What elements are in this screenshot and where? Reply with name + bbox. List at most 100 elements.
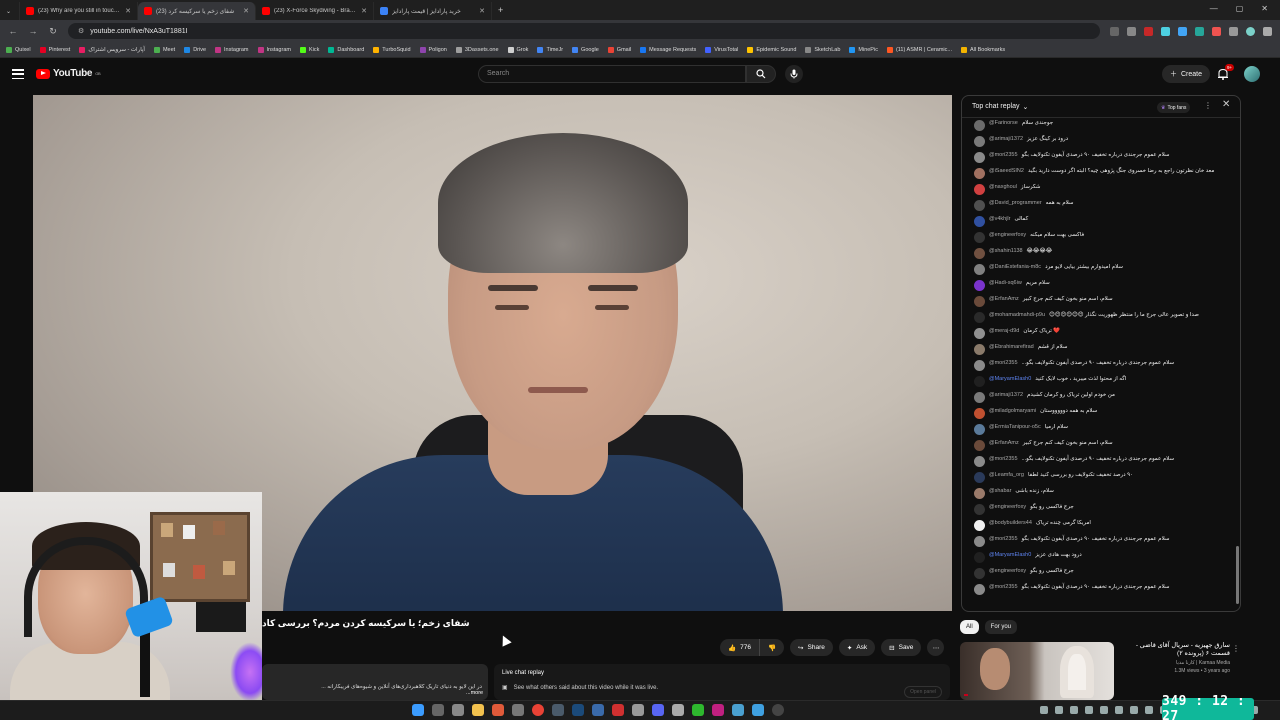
chat-username[interactable]: @Ebrahimarefirad	[989, 344, 1034, 351]
chat-message[interactable]: @mori2355 سلام عموم جرجندی درباره تخفیف ۹…	[962, 456, 1232, 472]
chat-avatar[interactable]	[974, 152, 985, 163]
chat-username[interactable]: @David_programmer	[989, 200, 1042, 207]
chat-avatar[interactable]	[974, 376, 985, 387]
chat-username[interactable]: @Hadi-sq6iw	[989, 280, 1022, 287]
close-tab-icon[interactable]: ✕	[125, 7, 131, 15]
chat-message[interactable]: @bodybuilders44 امریکا گرمی چنده تریاک	[962, 520, 1232, 536]
bookmark-item[interactable]: Gmail	[607, 46, 631, 53]
ask-button[interactable]: ✦ Ask	[838, 639, 876, 656]
chat-avatar[interactable]	[974, 472, 985, 483]
chat-username[interactable]: @engineerfoxy	[989, 504, 1026, 511]
tray-icon[interactable]	[1100, 706, 1108, 714]
chat-scrollbar[interactable]	[1236, 546, 1239, 604]
bookmark-item[interactable]: TimeJr	[537, 46, 563, 53]
chat-message[interactable]: @Hadi-sq6iw سلام مریم	[962, 280, 1232, 296]
chat-avatar[interactable]	[974, 248, 985, 259]
extension-icon[interactable]	[1195, 26, 1204, 36]
bookmark-star-icon[interactable]	[1127, 26, 1136, 36]
chat-username[interactable]: @Farinorse	[989, 120, 1018, 127]
bookmark-item[interactable]: (11) ASMR | Ceramic...	[886, 46, 952, 53]
files-app-icon[interactable]	[452, 704, 464, 716]
voice-search-button[interactable]	[785, 65, 803, 83]
bookmark-item[interactable]: Instagram	[215, 46, 249, 53]
chat-username[interactable]: @engineerfoxy	[989, 568, 1026, 575]
chat-message[interactable]: @engineerfoxy فاکسی بهت سلام میکنه	[962, 232, 1232, 248]
app-icon[interactable]	[732, 704, 744, 716]
chat-avatar[interactable]	[974, 568, 985, 579]
app-icon[interactable]	[612, 704, 624, 716]
file-explorer-icon[interactable]	[472, 704, 484, 716]
steam-icon[interactable]	[572, 704, 584, 716]
chat-messages[interactable]: @Farinorse جوجندی سلام @arimaji1372 درود بر…	[962, 118, 1232, 610]
url-field[interactable]: ⚙ youtube.com/live/NxA3uT1881I	[68, 23, 1100, 39]
chat-username[interactable]: @mori2355	[989, 536, 1018, 543]
forward-icon[interactable]: →	[28, 26, 38, 36]
extension-icon[interactable]	[1178, 26, 1187, 36]
chat-message[interactable]: @v4khjlr کمالی	[962, 216, 1232, 232]
chat-message[interactable]: @Leamfa_org ۹۰ درصد تخفیف تکنولایف رو برر…	[962, 472, 1232, 488]
browser-menu-icon[interactable]	[1263, 26, 1272, 36]
bookmark-item[interactable]: Dashboard	[328, 46, 364, 53]
chat-username[interactable]: @meraj-d9d	[989, 328, 1019, 335]
recommended-video-title[interactable]: سارق جهیزیه - سریال آقای قاضی - قسمت ۶ (…	[1118, 642, 1230, 658]
bookmark-item[interactable]: Google	[572, 46, 599, 53]
discord-icon[interactable]	[652, 704, 664, 716]
bookmark-item[interactable]: Grok	[507, 46, 528, 53]
like-button[interactable]: 👍 776	[720, 639, 760, 656]
bookmark-item[interactable]: Drive	[184, 46, 206, 53]
share-button[interactable]: ↪ Share	[790, 639, 833, 656]
bookmark-item[interactable]: All Bookmarks	[960, 46, 1005, 53]
dislike-button[interactable]: 👎	[759, 639, 785, 656]
chat-message[interactable]: @naxghoul شکرساز	[962, 184, 1232, 200]
app-icon[interactable]	[592, 704, 604, 716]
chat-avatar[interactable]	[974, 520, 985, 531]
settings-app-icon[interactable]	[512, 704, 524, 716]
chat-username[interactable]: @bodybuilders44	[989, 520, 1032, 527]
chat-username[interactable]: @ErmiaTanipour-o5c	[989, 424, 1041, 431]
search-input[interactable]: Search	[478, 65, 746, 83]
chat-avatar[interactable]	[974, 328, 985, 339]
chat-message[interactable]: @iSaeedSIN2 معد خان نظرتون راجع به رضا خس…	[962, 168, 1232, 184]
open-panel-button[interactable]: Open panel	[904, 686, 942, 698]
chat-username[interactable]: @arimaji1372	[989, 136, 1023, 143]
chip-all[interactable]: All	[960, 620, 979, 634]
bookmark-item[interactable]: آپارات - سرویس اشتراک	[79, 46, 145, 53]
chat-avatar[interactable]	[974, 552, 985, 563]
top-fans-button[interactable]: ♛ Top fans	[1157, 102, 1191, 113]
chat-avatar[interactable]	[974, 360, 985, 371]
bookmark-item[interactable]: Message Requests	[640, 46, 696, 53]
chat-message[interactable]: @mori2355 سلام عموم جرجندی درباره تخفیف ۹…	[962, 152, 1232, 168]
chat-message[interactable]: @engineerfoxy جرج فاکسی رو بگو	[962, 568, 1232, 584]
chat-more-icon[interactable]: ⋮	[1204, 101, 1212, 110]
app-icon[interactable]	[632, 704, 644, 716]
chat-message[interactable]: @Ebrahimarefirad سلام از قشم	[962, 344, 1232, 360]
chrome-icon[interactable]	[532, 704, 544, 716]
tray-icon[interactable]	[1115, 706, 1123, 714]
search-button[interactable]	[746, 65, 776, 83]
back-icon[interactable]: ←	[8, 26, 18, 36]
tray-icon[interactable]	[1055, 706, 1063, 714]
chat-avatar[interactable]	[974, 440, 985, 451]
chat-message[interactable]: @MaryamElash0 درود بهت هادی عزیز	[962, 552, 1232, 568]
chat-avatar[interactable]	[974, 200, 985, 211]
recommended-video-info[interactable]: سارق جهیزیه - سریال آقای قاضی - قسمت ۶ (…	[1118, 642, 1230, 674]
chevron-down-icon[interactable]: ⌄	[1022, 103, 1028, 111]
app-icon[interactable]	[752, 704, 764, 716]
chat-mode-dropdown[interactable]: Top chat replay	[972, 103, 1019, 110]
chat-message[interactable]: @ErmiaTanipour-o5c سلام ارمیا	[962, 424, 1232, 440]
chat-avatar[interactable]	[974, 184, 985, 195]
chat-username[interactable]: @DaniEstefania-m8c	[989, 264, 1041, 271]
chat-username[interactable]: @Leamfa_org	[989, 472, 1024, 479]
tray-icon[interactable]	[1070, 706, 1078, 714]
bookmark-item[interactable]: Epidemic Sound	[747, 46, 796, 53]
chat-username[interactable]: @mori2355	[989, 360, 1018, 367]
browser-tab[interactable]: خرید پارادایز | قیمت پارادایز ✕	[374, 2, 492, 20]
chat-avatar[interactable]	[974, 280, 985, 291]
tab-search-icon[interactable]: ⌄	[6, 8, 11, 15]
chat-avatar[interactable]	[974, 120, 985, 131]
close-tab-icon[interactable]: ✕	[479, 7, 485, 15]
chat-message[interactable]: @shabar سلام، زنده باشی	[962, 488, 1232, 504]
site-info-icon[interactable]: ⚙	[78, 27, 84, 35]
chat-avatar[interactable]	[974, 424, 985, 435]
chat-username[interactable]: @engineerfoxy	[989, 232, 1026, 239]
